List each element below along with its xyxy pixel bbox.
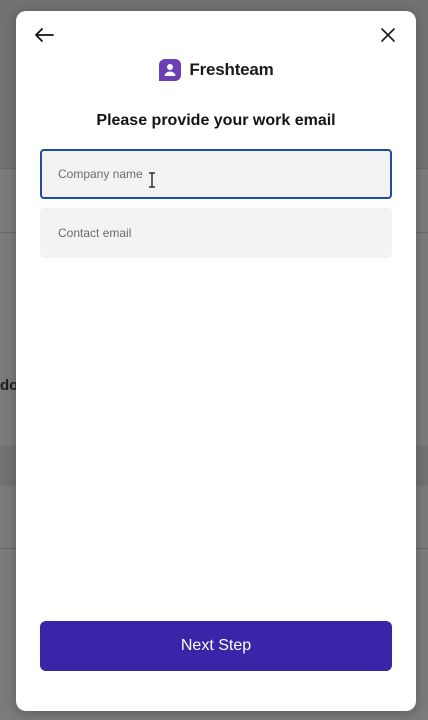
signup-modal: Freshteam Please provide your work email… — [16, 11, 416, 711]
next-step-button[interactable]: Next Step — [40, 621, 392, 671]
freshteam-logo-icon — [159, 59, 182, 81]
company-name-input[interactable] — [40, 149, 392, 199]
close-icon — [381, 28, 395, 42]
arrow-left-icon — [35, 28, 54, 42]
brand-logo: Freshteam — [16, 58, 416, 82]
close-button[interactable] — [374, 21, 402, 49]
contact-email-input[interactable] — [40, 208, 392, 258]
brand-name: Freshteam — [189, 60, 274, 79]
back-button[interactable] — [30, 21, 58, 49]
page-title: Please provide your work email — [96, 112, 336, 129]
